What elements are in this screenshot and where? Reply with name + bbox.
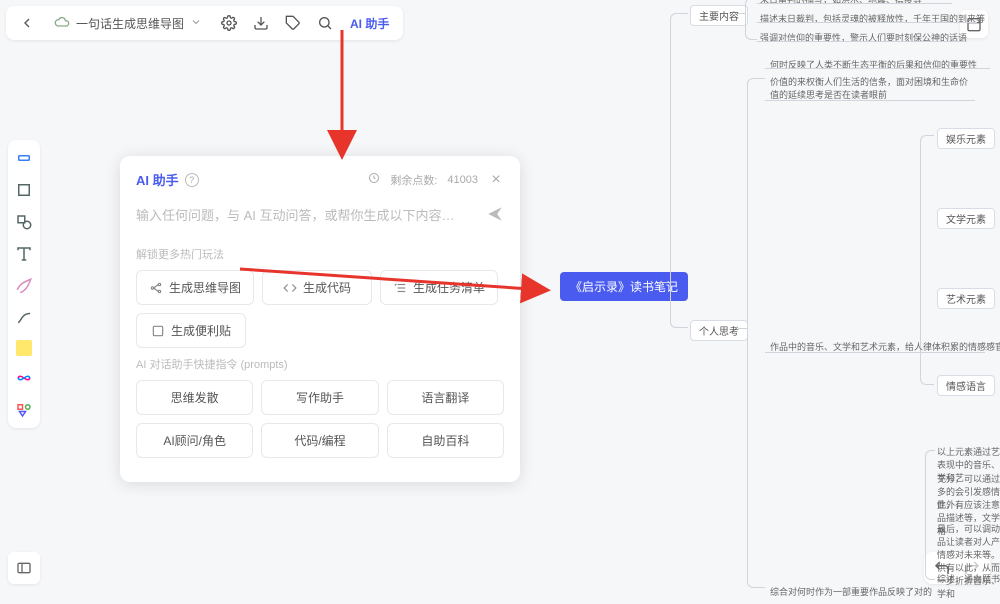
export-icon[interactable] <box>250 12 272 34</box>
document-title-dropdown[interactable]: 一句话生成思维导图 <box>48 14 208 33</box>
chip-generate-code[interactable]: 生成代码 <box>262 270 372 305</box>
top-toolbar: 一句话生成思维导图 AI 助手 <box>6 6 403 40</box>
mindmap-node-personal[interactable]: 个人思考 <box>690 320 748 341</box>
document-title-text: 一句话生成思维导图 <box>76 15 184 32</box>
chip-generate-tasklist[interactable]: 生成任务清单 <box>380 270 498 305</box>
back-button[interactable] <box>16 12 38 34</box>
chip-translate[interactable]: 语言翻译 <box>387 380 504 415</box>
mindmap-connector <box>765 100 975 101</box>
mindmap-canvas[interactable]: 《启示录》读书笔记 主要内容 末日审判的描写，如洪水、地震、瘟疫等 描述末日裁判… <box>555 0 1000 604</box>
annotation-arrow <box>330 30 360 163</box>
mindmap-connector <box>659 282 671 283</box>
mindmap-leaf[interactable]: 描述末日裁判，包括灵魂的被释放性，千年王国的到来等 <box>760 12 985 25</box>
mindmap-connector <box>757 41 967 42</box>
mindmap-node-element[interactable]: 情感语言 <box>937 375 995 396</box>
mindmap-icon <box>149 281 163 295</box>
mindmap-node-element[interactable]: 艺术元素 <box>937 288 995 309</box>
select-tool-icon[interactable] <box>14 148 34 168</box>
mindmap-leaf[interactable]: 何时反映了人类不断生态平衡的后果和信仰的重要性 <box>770 58 977 71</box>
mindmap-connector <box>925 450 935 580</box>
ai-assistant-panel: AI 助手 ? 剩余点数: 41003 × 解锁更多热门玩法 生成思维导图 生成… <box>120 156 520 482</box>
mindmap-connector <box>757 22 977 23</box>
ai-prompt-input[interactable] <box>136 208 478 223</box>
mindmap-connector <box>738 13 746 14</box>
ai-panel-title: AI 助手 <box>136 170 179 189</box>
close-icon[interactable]: × <box>488 172 504 188</box>
mindmap-node-element[interactable]: 娱乐元素 <box>937 128 995 149</box>
mindmap-leaf[interactable]: 价值的来权衡人们生活的信条，面对困境和生命价值的延续思考是否在读者眼前 <box>770 75 970 101</box>
points-label: 剩余点数: <box>390 172 437 188</box>
mindmap-connector <box>765 352 985 353</box>
pen-tool-icon[interactable] <box>14 276 34 296</box>
mindmap-node-element[interactable]: 文学元素 <box>937 208 995 229</box>
chip-generate-mindmap[interactable]: 生成思维导图 <box>136 270 254 305</box>
section-prompts-label: AI 对话助手快捷指令 (prompts) <box>136 356 504 372</box>
mindmap-connector <box>757 3 952 4</box>
mindmap-leaf[interactable]: 最后，可以调动作品让读者对人产生情感对未来等。以供有以此，从而进一步折折音乐、文… <box>937 522 1000 600</box>
mindmap-node-main-content[interactable]: 主要内容 <box>690 5 748 26</box>
sticky-note-tool-icon[interactable] <box>16 340 32 356</box>
section-popular-label: 解锁更多热门玩法 <box>136 246 504 262</box>
mindmap-leaf[interactable]: 综合对何时作为一部重要作品反映了对的 <box>770 585 932 598</box>
more-shapes-icon[interactable] <box>14 400 34 420</box>
code-icon <box>283 281 297 295</box>
settings-icon[interactable] <box>218 12 240 34</box>
panel-toggle-button[interactable] <box>8 552 40 584</box>
flow-tool-icon[interactable] <box>14 368 34 388</box>
text-tool-icon[interactable] <box>14 244 34 264</box>
mindmap-connector <box>745 0 757 40</box>
chevron-down-icon <box>190 16 202 31</box>
frame-tool-icon[interactable] <box>14 180 34 200</box>
chip-writing[interactable]: 写作助手 <box>261 380 378 415</box>
mindmap-leaf[interactable]: 强调对信仰的重要性，警示人们要时刻保公神的话语 <box>760 31 967 44</box>
clock-icon <box>368 172 380 187</box>
help-icon[interactable]: ? <box>185 173 199 187</box>
points-value: 41003 <box>447 174 478 186</box>
tag-icon[interactable] <box>282 12 304 34</box>
mindmap-root-node[interactable]: 《启示录》读书笔记 <box>560 272 688 301</box>
sticky-icon <box>151 324 165 338</box>
mindmap-connector <box>765 68 990 69</box>
search-icon[interactable] <box>314 12 336 34</box>
mindmap-connector <box>747 78 765 588</box>
mindmap-connector <box>670 13 688 328</box>
cloud-sync-icon <box>54 14 70 33</box>
send-button[interactable] <box>486 205 504 226</box>
chip-ai-role[interactable]: AI顾问/角色 <box>136 423 253 458</box>
connector-tool-icon[interactable] <box>14 308 34 328</box>
chip-brainstorm[interactable]: 思维发散 <box>136 380 253 415</box>
chip-encyclopedia[interactable]: 自助百科 <box>387 423 504 458</box>
mindmap-leaf[interactable]: 综述，通向题书 <box>937 572 1000 585</box>
ai-assistant-button[interactable]: AI 助手 <box>346 15 393 32</box>
shape-tool-icon[interactable] <box>14 212 34 232</box>
tools-sidebar <box>8 140 40 428</box>
chip-generate-sticky[interactable]: 生成便利贴 <box>136 313 246 348</box>
tasklist-icon <box>393 281 407 295</box>
chip-coding[interactable]: 代码/编程 <box>261 423 378 458</box>
